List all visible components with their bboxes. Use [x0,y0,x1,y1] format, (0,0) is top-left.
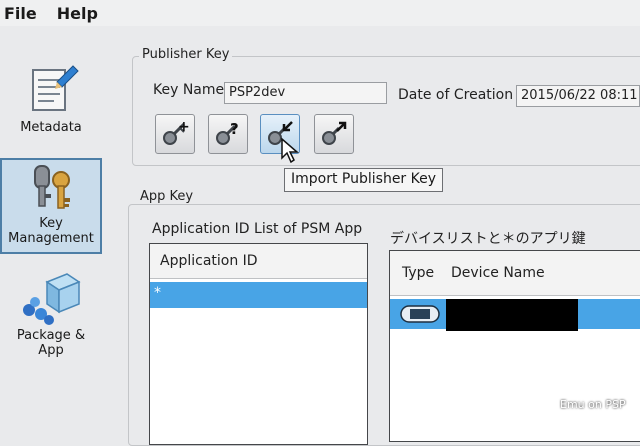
nav-item-metadata[interactable]: Metadata [0,60,102,152]
app-id-list[interactable]: Application ID * [149,243,368,445]
type-column-header[interactable]: Type [402,265,434,281]
check-key-button[interactable]: ? [208,114,248,154]
mouse-cursor-icon [281,138,300,164]
menu-help[interactable]: Help [47,4,108,23]
side-nav: Metadata Key Management Package & App [0,42,112,426]
nav-label-metadata: Metadata [20,120,82,135]
app-id-row[interactable]: * [150,282,367,308]
redacted-device-name [446,299,578,331]
menu-bar: File Help [0,0,640,26]
nav-item-package-app[interactable]: Package & App [0,268,102,368]
document-pencil-icon [32,65,79,111]
device-list-header[interactable]: Type Device Name [390,251,640,296]
package-icon [23,273,81,325]
svg-text:?: ? [230,120,239,138]
psvita-device-icon [400,305,440,323]
device-list-label: デバイスリストと＊のアプリ鍵 [390,231,586,247]
nav-label-package-line1: Package & [16,328,86,343]
menu-file[interactable]: File [0,4,47,23]
nav-label-key-line2: Management [8,231,94,246]
nav-item-key-management[interactable]: Key Management [0,158,102,254]
nav-label-key-line1: Key [39,216,63,231]
export-publisher-key-button[interactable] [314,114,354,154]
date-of-creation-field[interactable]: 2015/06/22 08:11: [516,85,640,107]
keys-icon [34,165,70,209]
watermark-text: Emu on PSP [560,398,626,411]
key-export-icon [322,121,347,145]
app-id-row-value: * [154,285,161,301]
add-key-button[interactable]: + [155,114,195,154]
publisher-key-title: Publisher Key [139,47,233,62]
key-name-field[interactable]: PSP2dev [224,82,387,104]
app-id-column-header[interactable]: Application ID [150,253,258,269]
app-id-list-label: Application ID List of PSM App [152,221,363,237]
svg-text:+: + [178,119,190,135]
device-list[interactable]: Type Device Name [389,250,640,442]
nav-label-package-line2: App [38,343,64,358]
import-publisher-key-tooltip: Import Publisher Key [284,168,444,192]
device-name-column-header[interactable]: Device Name [451,265,545,281]
key-name-label: Key Name [153,82,225,98]
app-id-list-header[interactable]: Application ID [150,244,367,279]
app-key-title: App Key [137,189,197,204]
device-row[interactable] [390,299,640,331]
key-query-icon: ? [216,120,239,145]
date-of-creation-label: Date of Creation [398,87,514,103]
key-add-icon: + [163,119,190,145]
